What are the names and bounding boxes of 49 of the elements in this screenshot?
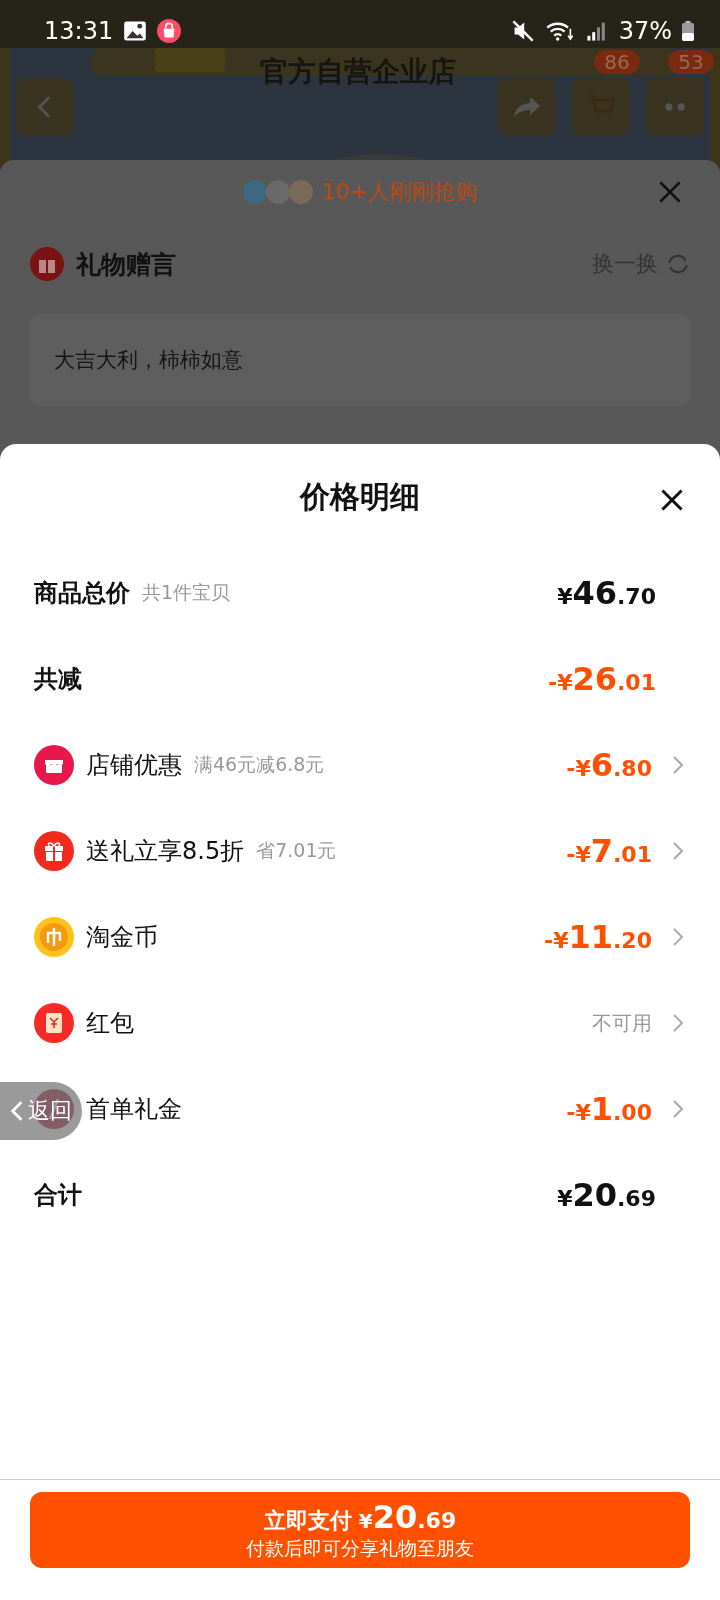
- chevron-left-icon: [10, 1100, 24, 1122]
- image-icon: [123, 19, 148, 43]
- row-amount: -¥7.01: [566, 832, 652, 870]
- row-label: 合计: [34, 1180, 82, 1211]
- battery-icon: [682, 21, 694, 41]
- cart-count-badge: 86: [594, 50, 640, 74]
- mute-icon: [510, 19, 535, 43]
- battery-percent: 37%: [618, 17, 672, 45]
- row-label: 淘金币: [86, 922, 158, 953]
- shop-icon: [34, 745, 74, 785]
- row-amount: ¥20.69: [557, 1176, 656, 1214]
- row-note: 共1件宝贝: [142, 580, 231, 605]
- row-label: 共减: [34, 664, 82, 695]
- message-count-badge: 53: [668, 50, 714, 74]
- sheet-title: 价格明细: [300, 477, 420, 516]
- chevron-right-icon[interactable]: [672, 1099, 684, 1119]
- row-amount: -¥6.80: [566, 746, 652, 784]
- more-icon: [664, 102, 686, 112]
- envelope-icon: [34, 1003, 74, 1043]
- unavailable-text: 不可用: [592, 1009, 652, 1037]
- row-label: 首单礼金: [86, 1094, 182, 1125]
- close-icon[interactable]: [660, 488, 684, 512]
- row-amount: -¥26.01: [548, 660, 656, 698]
- row-amount: -¥11.20: [544, 918, 652, 956]
- back-button[interactable]: [16, 78, 74, 136]
- row-amount: -¥1.00: [566, 1090, 652, 1128]
- chevron-right-icon[interactable]: [672, 927, 684, 947]
- row-label: 商品总价: [34, 578, 130, 609]
- row-label: 红包: [86, 1008, 134, 1039]
- more-button[interactable]: [646, 78, 704, 136]
- row-note: 满46元减6.8元: [194, 752, 325, 777]
- recent-buyers-text: 10+人刚刚抢购: [321, 178, 479, 206]
- gift-message-field[interactable]: 大吉大利，柿柿如意: [30, 314, 690, 406]
- row-amount: ¥46.70: [557, 574, 656, 612]
- refresh-icon: [666, 252, 690, 276]
- avatar-group-icon: [241, 179, 314, 205]
- chevron-right-icon[interactable]: [672, 841, 684, 861]
- row-label: 送礼立享8.5折: [86, 836, 245, 867]
- row-note: 省7.01元: [256, 838, 337, 863]
- back-gesture-button[interactable]: 返回: [0, 1082, 82, 1140]
- chevron-right-icon[interactable]: [672, 1013, 684, 1033]
- share-button[interactable]: [498, 78, 556, 136]
- shopping-bag-icon: [157, 19, 182, 43]
- status-time: 13:31: [44, 17, 114, 45]
- row-label: 店铺优惠: [86, 750, 182, 781]
- gift-message-title: 礼物赠言: [76, 248, 176, 281]
- chevron-right-icon[interactable]: [672, 755, 684, 775]
- pay-button[interactable]: 立即支付 ¥20.69 付款后即可分享礼物至朋友: [30, 1492, 690, 1568]
- coin-icon: [34, 917, 74, 957]
